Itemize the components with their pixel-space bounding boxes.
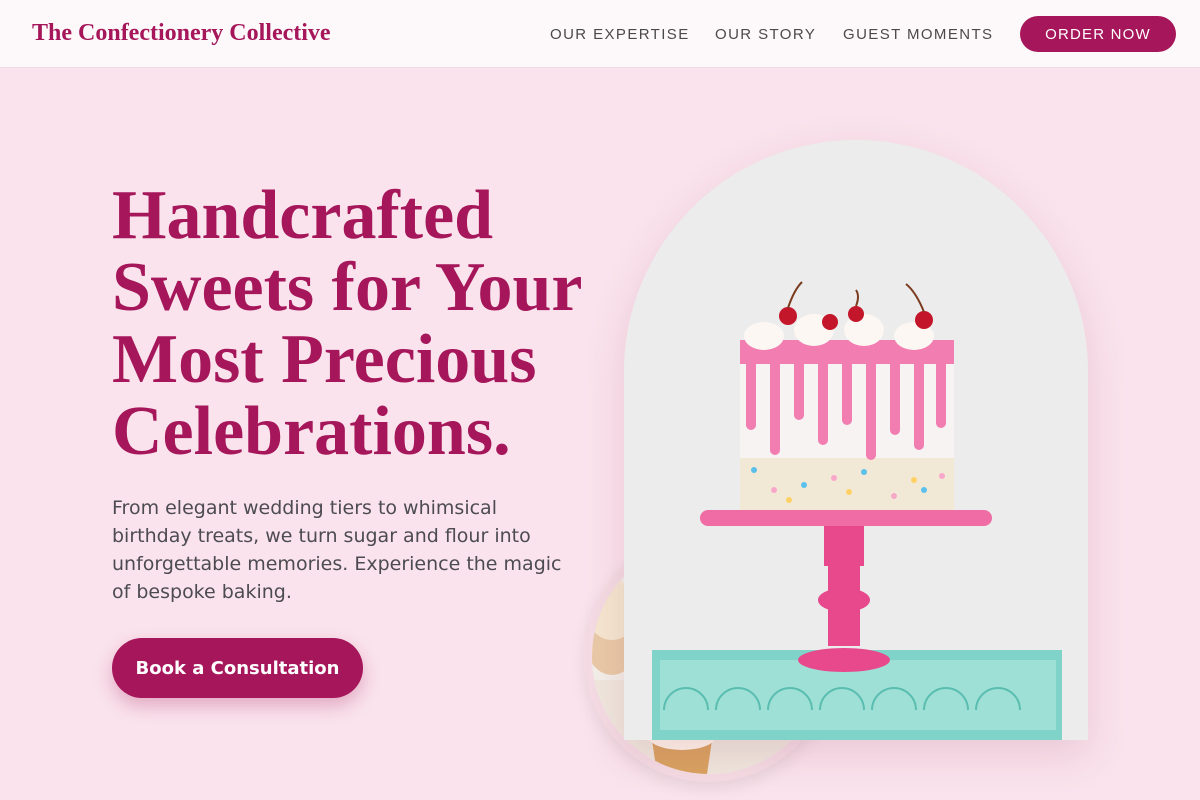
- nav-link-our-expertise[interactable]: OUR EXPERTISE: [550, 26, 690, 43]
- top-navigation-bar: The Confectionery Collective OUR EXPERTI…: [0, 0, 1200, 68]
- nav-link-guest-moments[interactable]: GUEST MOMENTS: [843, 26, 993, 43]
- drip-cake-illustration: [624, 140, 1088, 740]
- book-consultation-button[interactable]: Book a Consultation: [112, 638, 363, 698]
- order-now-button[interactable]: ORDER NOW: [1020, 16, 1176, 52]
- hero-headline: Handcrafted Sweets for Your Most Preciou…: [112, 177, 582, 470]
- cake-arch-image: [624, 140, 1088, 740]
- hero-subtitle: From elegant wedding tiers to whimsical …: [112, 497, 562, 603]
- brand-logo-text[interactable]: The Confectionery Collective: [32, 20, 331, 47]
- nav-link-our-story[interactable]: OUR STORY: [715, 26, 816, 43]
